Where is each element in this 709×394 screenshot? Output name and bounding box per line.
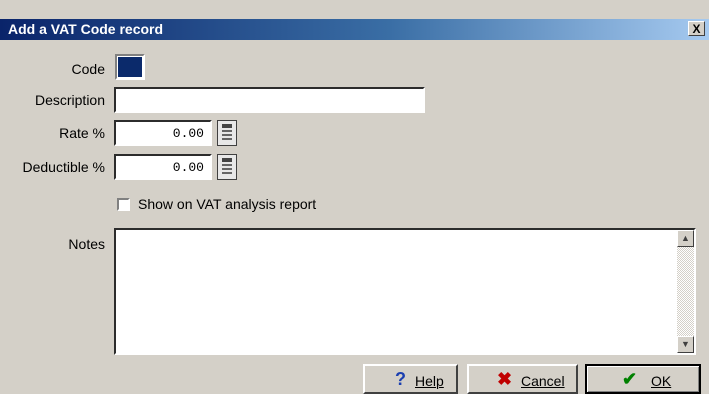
rate-input[interactable]: 0.00 [114, 120, 212, 146]
cancel-icon: ✖ [497, 369, 513, 389]
deductible-input[interactable]: 0.00 [114, 154, 212, 180]
title-bar: Add a VAT Code record X [0, 19, 709, 40]
window-top-edge [0, 0, 709, 9]
ok-button-label: OK [651, 373, 672, 389]
help-button-label: Help [415, 373, 444, 389]
cancel-button-label: Cancel [521, 373, 565, 389]
cancel-button[interactable]: ✖ Cancel [467, 364, 578, 394]
help-icon: ? [395, 369, 406, 389]
scroll-down-arrow-icon[interactable]: ▼ [677, 336, 694, 353]
show-report-checkbox[interactable] [117, 198, 130, 211]
calculator-icon[interactable] [217, 120, 237, 146]
notes-label: Notes [68, 236, 105, 252]
calculator-icon[interactable] [217, 154, 237, 180]
ok-button[interactable]: ✔ OK [585, 364, 701, 394]
scroll-up-arrow-icon[interactable]: ▲ [677, 230, 694, 247]
notes-scrollbar[interactable]: ▲ ▼ [677, 230, 694, 353]
show-report-label[interactable]: Show on VAT analysis report [138, 196, 316, 212]
ok-icon: ✔ [622, 369, 638, 389]
code-color-swatch [118, 57, 142, 77]
rate-label: Rate % [59, 125, 105, 141]
window-title: Add a VAT Code record [8, 21, 164, 37]
notes-textarea[interactable]: ▲ ▼ [114, 228, 696, 355]
code-label: Code [71, 61, 105, 77]
help-button[interactable]: ? Help [363, 364, 458, 394]
code-color-picker[interactable] [115, 54, 145, 80]
close-button[interactable]: X [688, 21, 705, 36]
deductible-label: Deductible % [22, 159, 106, 175]
description-input[interactable] [114, 87, 425, 113]
description-label: Description [34, 92, 105, 108]
